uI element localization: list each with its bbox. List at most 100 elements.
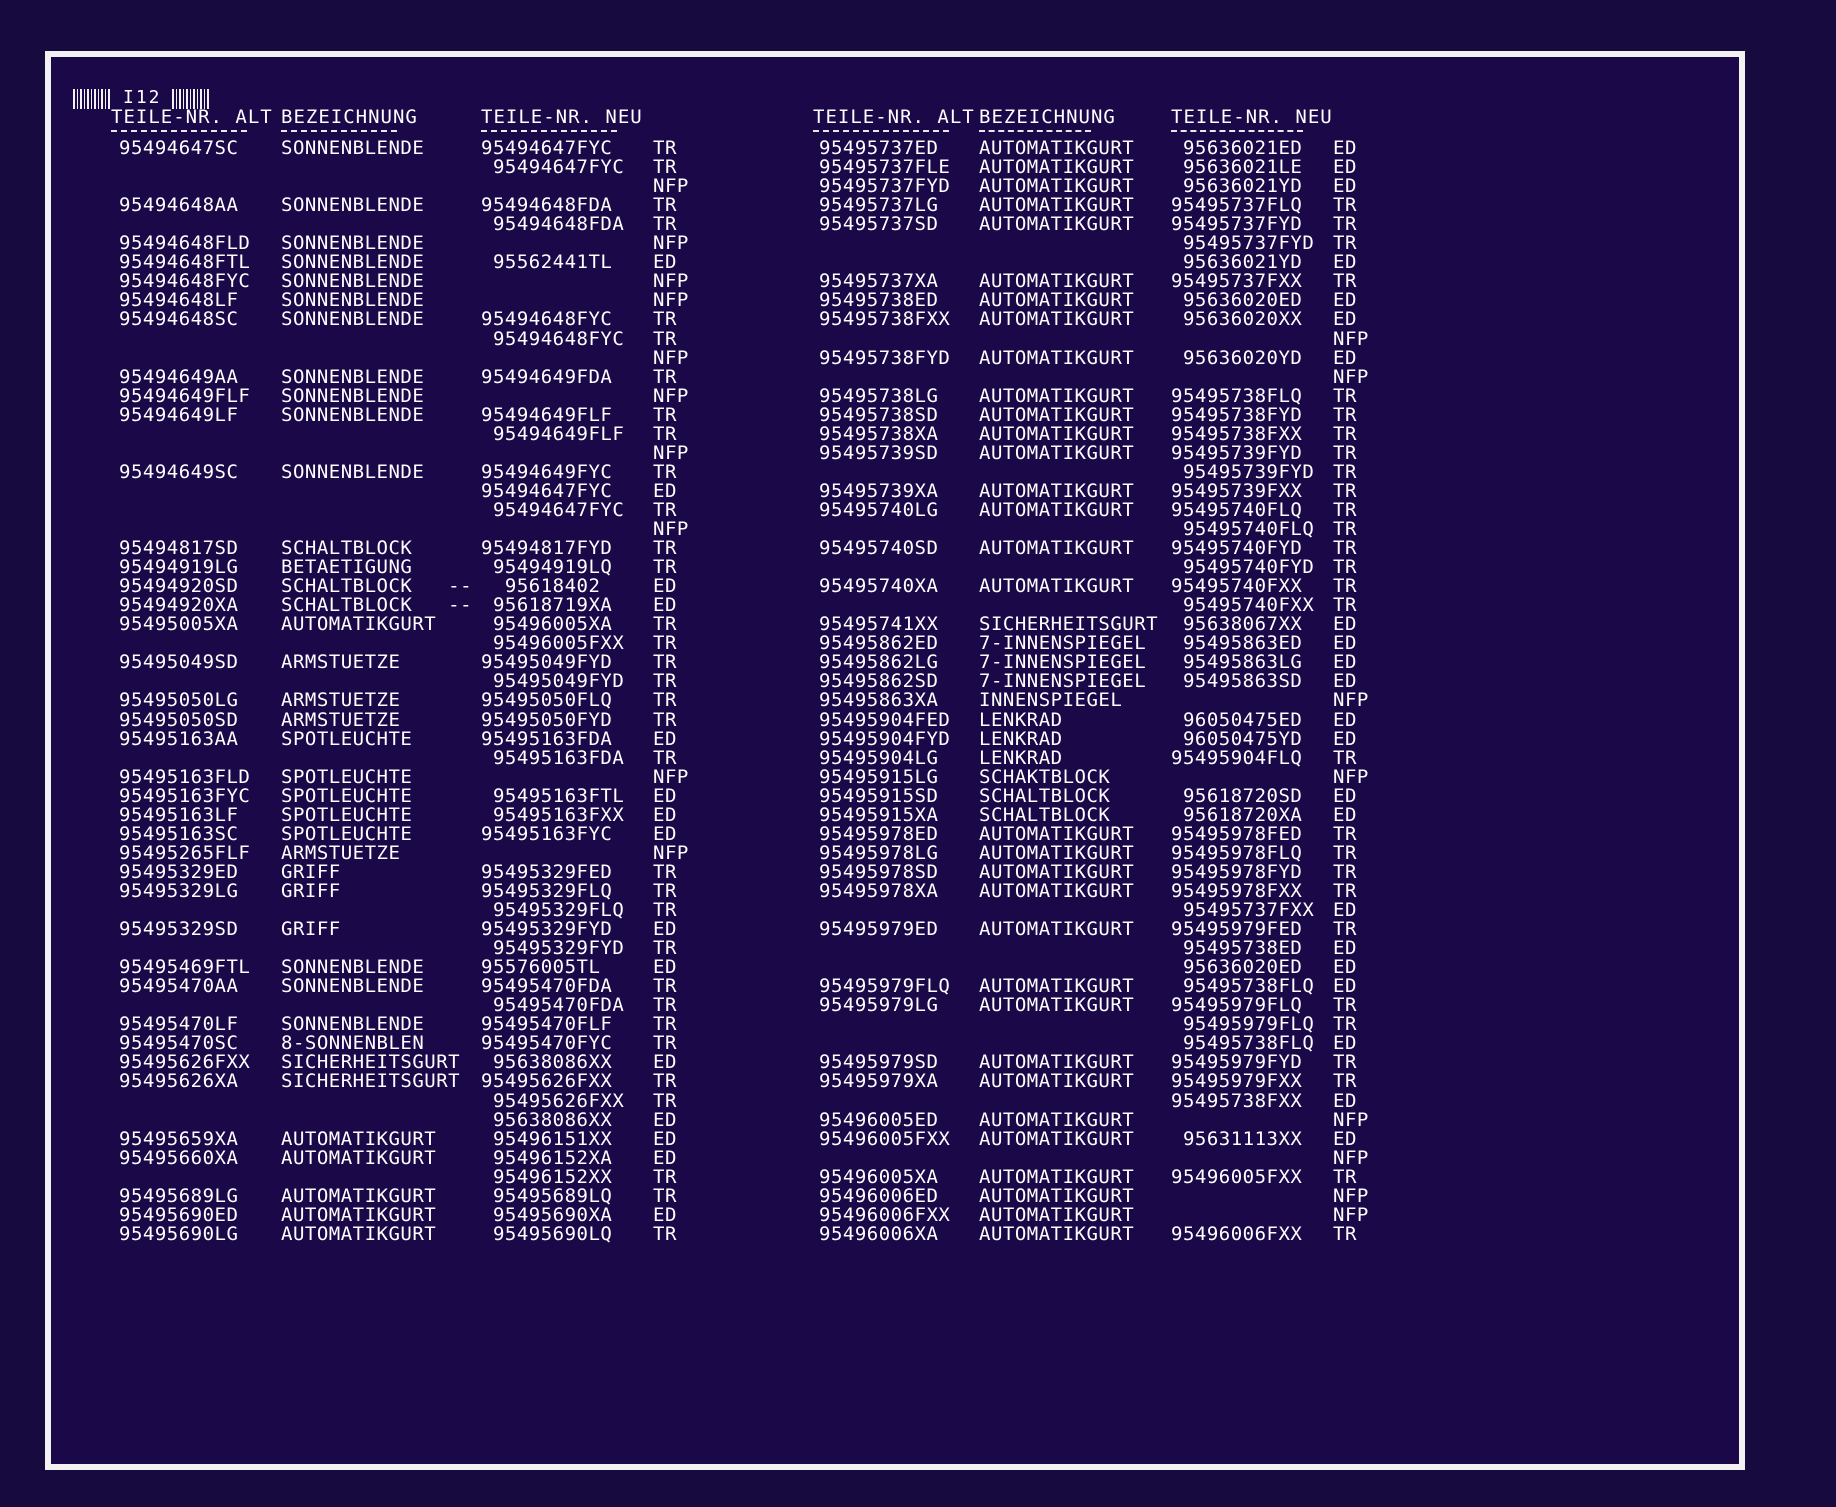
right-description: AUTOMATIKGURT bbox=[979, 346, 1135, 369]
left-old-part-number: 95495163LF bbox=[119, 803, 239, 826]
sheet-id: I12 bbox=[123, 87, 162, 108]
right-description: AUTOMATIKGURT bbox=[979, 994, 1135, 1017]
left-description: SICHERHEITSGURT bbox=[281, 1070, 461, 1093]
right-status-code: NFP bbox=[1333, 1203, 1369, 1226]
right-description: AUTOMATIKGURT bbox=[979, 1222, 1135, 1245]
right-status-code: ED bbox=[1333, 784, 1357, 807]
left-status-code: TR bbox=[653, 308, 677, 331]
left-new-part-number: 95495689LQ bbox=[481, 1184, 613, 1207]
right-new-part-number: 95618720SD bbox=[1171, 784, 1303, 807]
right-description: AUTOMATIKGURT bbox=[979, 403, 1135, 426]
right-new-part-number: 95636020YD bbox=[1171, 346, 1303, 369]
left-status-code: TR bbox=[653, 1070, 677, 1093]
left-new-part-number: 95495690XA bbox=[481, 1203, 613, 1226]
left-new-part-number: 95494649FDA bbox=[481, 365, 613, 388]
right-new-part-number: 95636020XX bbox=[1171, 308, 1303, 331]
left-new-part-number: 95496152XX bbox=[481, 1165, 613, 1188]
right-new-part-number: 95495738FXX bbox=[1171, 422, 1303, 445]
right-old-part-number: 95495740XA bbox=[819, 575, 939, 598]
left-description: AUTOMATIKGURT bbox=[281, 613, 437, 636]
left-description: AUTOMATIKGURT bbox=[281, 1184, 437, 1207]
left-description: SONNENBLENDE bbox=[281, 403, 425, 426]
left-new-part-number: 95562441TL bbox=[481, 251, 613, 274]
left-status-code: TR bbox=[653, 746, 677, 769]
right-description: AUTOMATIKGURT bbox=[979, 1127, 1135, 1150]
left-old-part-number: 95495163FYC bbox=[119, 784, 251, 807]
right-old-part-number: 95495739SD bbox=[819, 441, 939, 464]
left-new-part-number: 95494649FLF bbox=[481, 422, 625, 445]
left-new-part-number: 95494649FYC bbox=[481, 460, 613, 483]
left-status-code: TR bbox=[653, 689, 677, 712]
left-old-part-number: 95494649SC bbox=[119, 460, 239, 483]
microfiche-frame: I12 TEILE-NR. ALT BEZEICHNUNG TEILE-NR. … bbox=[45, 51, 1745, 1470]
left-description: SONNENBLENDE bbox=[281, 308, 425, 331]
right-header-new-part: TEILE-NR. NEU bbox=[1171, 106, 1333, 128]
left-status-code: NFP bbox=[653, 765, 689, 788]
right-new-part-number: 95618720XA bbox=[1171, 803, 1303, 826]
left-old-part-number: 95494648SC bbox=[119, 308, 239, 331]
left-new-part-number: 95638086XX bbox=[481, 1108, 613, 1131]
right-new-part-number: 95496005FXX bbox=[1171, 1165, 1303, 1188]
left-old-part-number: 95495626XA bbox=[119, 1070, 239, 1093]
right-old-part-number: 95496005XA bbox=[819, 1165, 939, 1188]
right-old-part-number: 95495978ED bbox=[819, 822, 939, 845]
right-old-part-number: 95495904FED bbox=[819, 708, 951, 731]
left-new-part-number: 95495163FDA bbox=[481, 746, 625, 769]
left-old-part-number: 95495329LG bbox=[119, 879, 239, 902]
left-status-code: TR bbox=[653, 460, 677, 483]
left-old-part-number: 95495163SC bbox=[119, 822, 239, 845]
left-new-part-number: 95495690LQ bbox=[481, 1222, 613, 1245]
left-description: SPOTLEUCHTE bbox=[281, 803, 413, 826]
right-description: AUTOMATIKGURT bbox=[979, 422, 1135, 445]
right-description: AUTOMATIKGURT bbox=[979, 308, 1135, 331]
left-old-part-number: 95495050SD bbox=[119, 708, 239, 731]
left-description: AUTOMATIKGURT bbox=[281, 1127, 437, 1150]
left-status-code: TR bbox=[653, 327, 677, 350]
right-description: LENKRAD bbox=[979, 727, 1063, 750]
right-description: AUTOMATIKGURT bbox=[979, 918, 1135, 941]
left-description: SPOTLEUCHTE bbox=[281, 765, 413, 788]
left-old-part-number: 95494647SC bbox=[119, 137, 239, 159]
right-old-part-number: 95496005FXX bbox=[819, 1127, 951, 1150]
left-status-code: TR bbox=[653, 1165, 677, 1188]
right-old-part-number: 95496005ED bbox=[819, 1108, 939, 1131]
right-status-code: NFP bbox=[1333, 689, 1369, 712]
left-status-code: ED bbox=[653, 727, 677, 750]
left-new-part-number: 95496152XA bbox=[481, 1146, 613, 1169]
left-status-code: ED bbox=[653, 1127, 677, 1150]
right-old-part-number: 95495915SD bbox=[819, 784, 939, 807]
right-description: INNENSPIEGEL bbox=[979, 689, 1123, 712]
right-old-part-number: 95495863XA bbox=[819, 689, 939, 712]
right-description: AUTOMATIKGURT bbox=[979, 822, 1135, 845]
right-old-part-number: 95495738LG bbox=[819, 384, 939, 407]
right-new-part-number: 95495738FYD bbox=[1171, 403, 1303, 426]
right-status-code: NFP bbox=[1333, 1108, 1369, 1131]
right-header-old-part: TEILE-NR. ALT bbox=[813, 106, 975, 128]
right-status-code: TR bbox=[1333, 422, 1357, 445]
right-description: AUTOMATIKGURT bbox=[979, 879, 1135, 902]
left-status-code: ED bbox=[653, 784, 677, 807]
left-old-part-number: 95495690LG bbox=[119, 1222, 239, 1245]
right-new-part-number: 95495863SD bbox=[1171, 670, 1303, 693]
left-description: SPOTLEUCHTE bbox=[281, 822, 413, 845]
left-new-part-number: 95495626FXX bbox=[481, 1089, 625, 1112]
right-status-code: TR bbox=[1333, 460, 1357, 483]
left-old-part-number: 95495690ED bbox=[119, 1203, 239, 1226]
right-description: AUTOMATIKGURT bbox=[979, 1070, 1135, 1093]
left-status-code: ED bbox=[653, 1203, 677, 1226]
left-new-part-number: 95494648FDA bbox=[481, 213, 625, 236]
right-description: AUTOMATIKGURT bbox=[979, 841, 1135, 864]
right-status-code: TR bbox=[1333, 1165, 1357, 1188]
right-new-part-number: 96050475YD bbox=[1171, 727, 1303, 750]
right-status-code: NFP bbox=[1333, 1184, 1369, 1207]
left-new-part-number: 95494648FYC bbox=[481, 327, 625, 350]
right-new-part-number: 96050475ED bbox=[1171, 708, 1303, 731]
left-status-code: NFP bbox=[653, 384, 689, 407]
left-status-code: ED bbox=[653, 1146, 677, 1169]
left-old-part-number: 95494649LF bbox=[119, 403, 239, 426]
left-description: SONNENBLENDE bbox=[281, 384, 425, 407]
right-header-rule-1 bbox=[813, 130, 949, 132]
left-status-code: TR bbox=[653, 403, 677, 426]
left-description: AUTOMATIKGURT bbox=[281, 1203, 437, 1226]
left-old-part-number: 95495050LG bbox=[119, 689, 239, 712]
